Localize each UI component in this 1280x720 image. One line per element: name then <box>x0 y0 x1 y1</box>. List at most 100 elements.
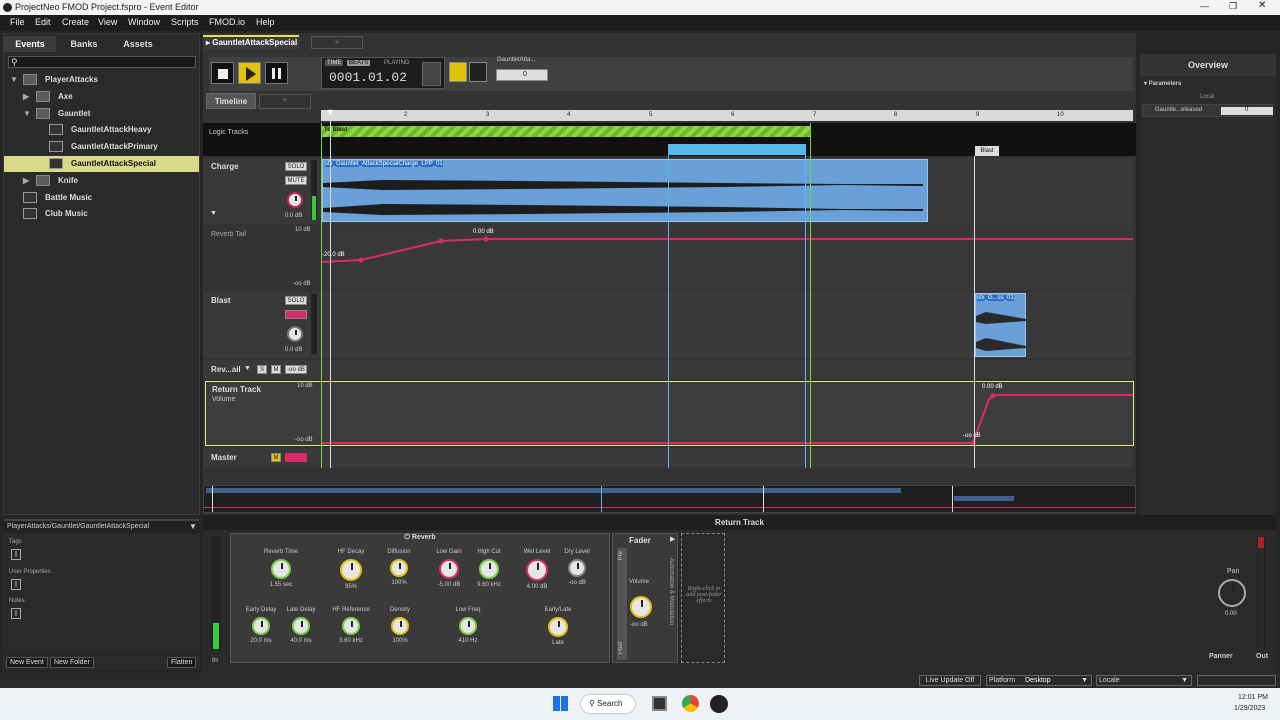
transition-region[interactable]: To Blast <box>321 126 811 137</box>
new-folder-button[interactable]: New Folder <box>50 657 94 668</box>
master-track-header[interactable]: Master M <box>203 448 321 467</box>
reverb-knob[interactable] <box>459 617 477 635</box>
tab-timeline[interactable]: Timeline <box>206 93 256 109</box>
play-icon[interactable]: ▶ <box>670 535 675 543</box>
tab-assets[interactable]: Assets <box>112 36 164 52</box>
timeline-ruler[interactable] <box>321 110 1133 121</box>
reverb-tail-automation-header[interactable]: Reverb Tail 10 dB -oo dB <box>203 225 321 291</box>
search-input[interactable]: ⚲ <box>8 56 196 68</box>
audio-region[interactable]: sfx_Gauntlet_AttackSpecialCharge_LPP_01 <box>322 159 928 222</box>
flatten-button[interactable]: Flatten <box>167 657 197 668</box>
chevron-down-icon[interactable]: ▼ <box>244 365 251 372</box>
tree-item[interactable]: ▶ Knife <box>4 173 199 189</box>
mute-button[interactable]: M <box>271 453 281 462</box>
master-volume-field[interactable] <box>285 453 307 462</box>
platform-select[interactable]: Platform Desktop ▼ <box>986 675 1092 686</box>
tree-item[interactable]: GauntletAttackPrimary <box>4 139 199 155</box>
list-view-icon[interactable] <box>449 62 467 82</box>
reverb-knob[interactable] <box>526 559 548 581</box>
grid-view-icon[interactable] <box>469 62 487 82</box>
pause-button[interactable] <box>265 62 288 84</box>
chevron-down-icon[interactable]: ▼ <box>210 210 217 217</box>
reverb-knob[interactable] <box>342 617 360 635</box>
menu-help[interactable]: Help <box>256 17 275 27</box>
automation-curve[interactable] <box>321 382 1133 445</box>
chevron-down-icon[interactable]: ▼ <box>10 72 18 88</box>
reverb-knob[interactable] <box>271 559 291 579</box>
blast-marker[interactable]: Blast <box>975 146 999 156</box>
stop-button[interactable] <box>211 62 234 84</box>
reverb-knob[interactable] <box>390 559 408 577</box>
reverb-knob[interactable] <box>340 559 362 581</box>
new-event-button[interactable]: New Event <box>6 657 48 668</box>
effect-drop-zone[interactable]: Right-click to add post-fader effects <box>681 533 725 663</box>
maximize-icon[interactable]: ❐ <box>1229 1 1237 12</box>
locale-select[interactable]: Locale ▼ <box>1096 675 1192 686</box>
tree-item[interactable]: ▼ Gauntlet <box>4 106 199 122</box>
reverb-knob[interactable] <box>252 617 270 635</box>
tree-item[interactable]: ▶ Axe <box>4 89 199 105</box>
taskbar-search[interactable]: ⚲ Search <box>580 694 636 714</box>
tab-events[interactable]: Events <box>4 36 56 52</box>
event-tab[interactable]: ▸ GauntletAttackSpecial <box>203 35 299 49</box>
task-view-icon[interactable] <box>652 696 667 711</box>
mute-button[interactable]: MUTE <box>285 176 307 185</box>
param-value-field[interactable]: 0 <box>496 69 548 81</box>
play-button[interactable] <box>238 62 261 84</box>
minimize-icon[interactable]: — <box>1200 1 1209 11</box>
loop-region[interactable] <box>668 144 806 155</box>
reverb-knob[interactable] <box>568 559 586 577</box>
reverb-knob[interactable] <box>479 559 499 579</box>
time-toggle[interactable]: TIME <box>325 60 344 66</box>
menu-file[interactable]: File <box>10 17 25 27</box>
reverb-knob[interactable] <box>292 617 310 635</box>
close-icon[interactable]: ✕ <box>1258 0 1266 11</box>
mute-button[interactable]: M <box>271 365 281 374</box>
text-edit-icon[interactable]: I <box>11 608 21 619</box>
parameter-row[interactable]: Gauntle...eleased 0 <box>1142 104 1273 117</box>
menu-edit[interactable]: Edit <box>35 17 51 27</box>
chevron-right-icon[interactable]: ▶ <box>23 173 29 189</box>
fmod-taskbar-icon[interactable] <box>710 695 728 713</box>
menu-window[interactable]: Window <box>128 17 160 27</box>
fader-effect[interactable]: Fader ▶ Pre Post Volume -oo dB Automatio… <box>612 533 678 663</box>
send-volume-field[interactable]: -oo dB <box>285 365 307 374</box>
reverb-knob[interactable] <box>391 617 409 635</box>
reverb-knob[interactable] <box>439 559 459 579</box>
reverb-effect[interactable]: ⏻ Reverb Reverb Time 1.55 sec HF Decay 95% D… <box>230 533 610 663</box>
menu-create[interactable]: Create <box>62 17 89 27</box>
add-tab-button[interactable]: + <box>259 94 311 109</box>
volume-knob[interactable] <box>287 192 303 208</box>
panner-knob[interactable] <box>1218 579 1246 607</box>
menu-view[interactable]: View <box>98 17 117 27</box>
tree-item[interactable]: Club Music <box>4 206 199 222</box>
loop-toggle[interactable] <box>422 62 441 86</box>
charge-track-header[interactable]: Charge SOLO MUTE 0.0 dB ▼ <box>203 158 321 224</box>
mute-button[interactable]: MUTE <box>285 310 307 319</box>
add-tab-button[interactable]: + <box>311 36 363 49</box>
chevron-right-icon[interactable]: ▶ <box>23 89 29 105</box>
live-update-toggle[interactable]: Live Update Off <box>919 675 981 686</box>
playhead-marker[interactable]: ▼ <box>326 107 335 117</box>
windows-start-icon[interactable] <box>553 696 568 711</box>
return-send-header[interactable]: Rev...ail ▼ S M -oo dB <box>203 360 321 379</box>
chevron-down-icon[interactable]: ▼ <box>23 106 31 122</box>
audio-region[interactable]: sfx_G...ss_01 <box>975 293 1026 357</box>
volume-knob[interactable] <box>287 326 303 342</box>
menu-fmodio[interactable]: FMOD.io <box>209 17 245 27</box>
tree-item[interactable]: GauntletAttackSpecial <box>4 156 199 172</box>
timeline-overview[interactable] <box>203 485 1136 513</box>
fader-volume-knob[interactable] <box>630 596 652 618</box>
parameter-value[interactable]: 0 <box>1221 107 1273 115</box>
playhead-line[interactable] <box>330 121 331 468</box>
automation-curve[interactable] <box>321 225 1133 291</box>
beats-toggle[interactable]: BEATS <box>347 60 371 66</box>
reverb-knob[interactable] <box>548 617 568 637</box>
tree-item[interactable]: GauntletAttackHeavy <box>4 122 199 138</box>
solo-button[interactable]: S <box>257 365 267 374</box>
chrome-icon[interactable] <box>682 695 699 712</box>
tree-item[interactable]: ▼ PlayerAttacks <box>4 72 199 88</box>
text-edit-icon[interactable]: I <box>11 549 21 560</box>
tab-banks[interactable]: Banks <box>58 36 110 52</box>
solo-button[interactable]: SOLO <box>285 162 307 171</box>
